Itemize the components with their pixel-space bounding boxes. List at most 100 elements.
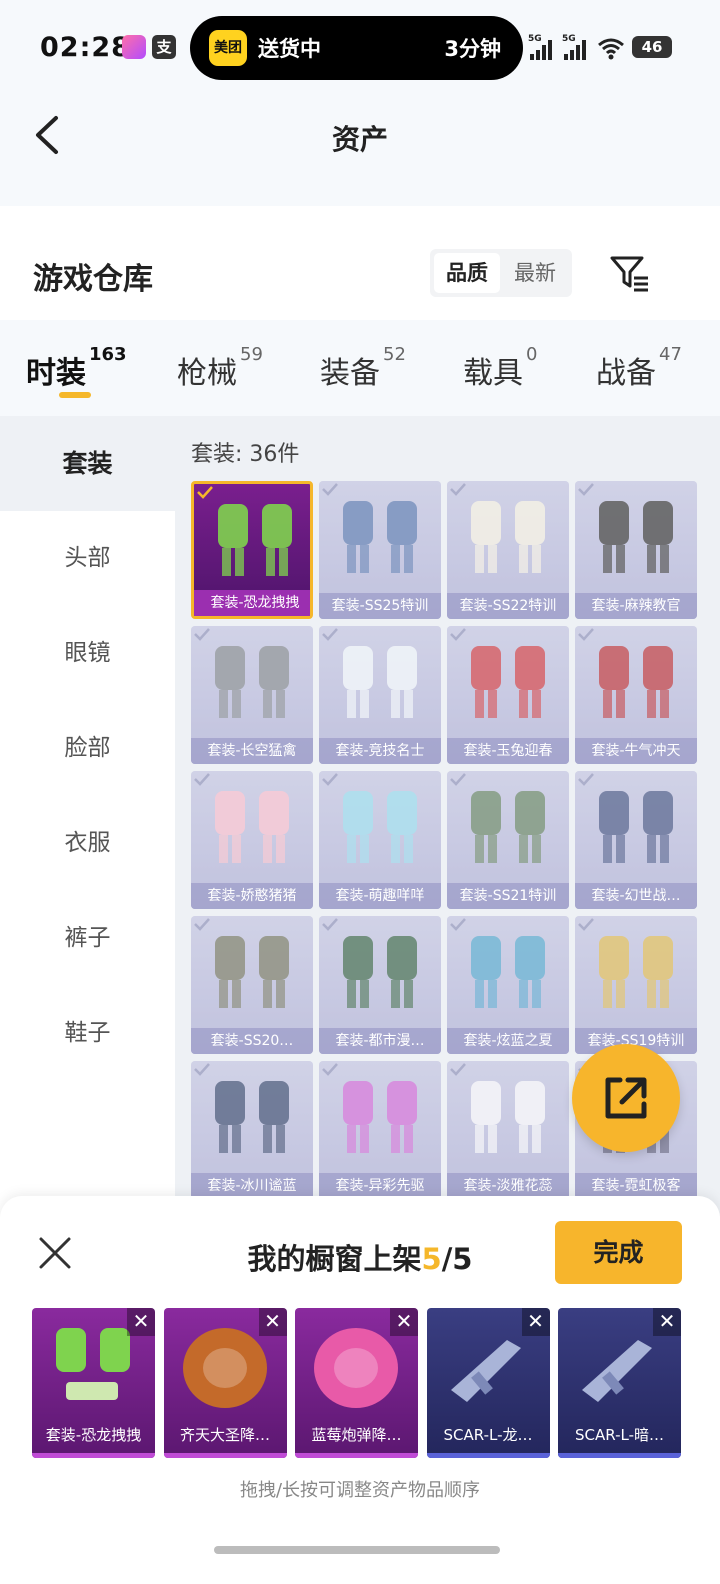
outfit-thumbnail-icon [471,646,545,718]
item-card-label: 套装-娇憨猪猪 [191,883,313,909]
checkmark-icon [450,1063,466,1076]
alipay-icon: 支 [152,35,176,59]
showcase-item-label: SCAR-L-龙… [443,1426,533,1444]
remove-item-icon[interactable]: ✕ [390,1308,418,1336]
checkmark-icon [322,918,338,931]
showcase-item-label: 齐天大圣降… [179,1426,270,1444]
delivery-live-activity[interactable]: 美团 送货中 3分钟 [190,16,523,80]
item-card[interactable]: 套装-冰川谧蓝 [191,1061,313,1199]
item-card[interactable]: 套装-都市漫… [319,916,441,1054]
outfit-thumbnail-icon [215,936,289,1008]
tab-fashion[interactable]: 时装163 [26,344,127,392]
showcase-shelf: ✕ 套装-恐龙拽拽 ✕ 齐天大圣降… ✕ 蓝莓炮弹降… ✕ SCAR-L-龙… ✕ SCAR-L-… [32,1308,692,1458]
item-card-label: 套装-长空猛禽 [191,738,313,764]
sidebar-item-clothes[interactable]: 衣服 [0,796,175,891]
remove-item-icon[interactable]: ✕ [258,1308,287,1336]
outfit-thumbnail-icon [343,936,417,1008]
rarity-bar [426,1453,550,1458]
home-indicator[interactable] [214,1546,500,1554]
outfit-thumbnail-icon [599,936,673,1008]
outfit-thumbnail-icon [599,646,673,718]
share-button[interactable] [572,1044,680,1152]
item-card[interactable]: 套装-SS20… [191,916,313,1054]
notification-app-icon [122,35,146,59]
item-card[interactable]: 套装-娇憨猪猪 [191,771,313,909]
outfit-thumbnail-icon [471,791,545,863]
item-card-label: 套装-SS22特训 [447,593,569,619]
item-card[interactable]: 套装-恐龙拽拽 [191,481,313,619]
item-card[interactable]: 套装-SS22特训 [447,481,569,619]
outfit-thumbnail-icon [343,791,417,863]
outfit-thumbnail-icon [215,1081,289,1153]
item-card-label: 套装-幻世战… [575,883,697,909]
reorder-hint: 拖拽/长按可调整资产物品顺序 [239,1480,481,1501]
tab-supplies[interactable]: 战备47 [596,344,682,392]
wifi-icon [598,38,624,60]
sidebar-item-glasses[interactable]: 眼镜 [0,606,175,701]
active-tab-indicator [59,392,91,398]
item-card[interactable]: 套装-竞技名士 [319,626,441,764]
showcase-item[interactable]: ✕ 套装-恐龙拽拽 [32,1308,155,1458]
checkmark-icon [322,1063,338,1076]
rarity-bar [163,1453,287,1458]
outfit-thumbnail-icon [218,504,292,576]
item-card[interactable]: 套装-萌趣咩咩 [319,771,441,909]
showcase-item[interactable]: ✕ 齐天大圣降… [163,1308,287,1458]
outfit-thumbnail-icon [471,936,545,1008]
tab-guns[interactable]: 枪械59 [177,344,263,392]
outfit-thumbnail-icon [471,501,545,573]
remove-item-icon[interactable]: ✕ [653,1308,681,1336]
item-card[interactable]: 套装-幻世战… [575,771,697,909]
item-card-label: 套装-竞技名士 [319,738,441,764]
outfit-thumbnail-icon [343,646,417,718]
rarity-bar [295,1453,418,1458]
item-card[interactable]: 套装-SS25特训 [319,481,441,619]
tab-vehicles[interactable]: 载具0 [463,344,537,392]
outfit-thumbnail-icon [343,1081,417,1153]
outfit-thumbnail-icon [599,501,673,573]
checkmark-icon [578,918,594,931]
showcase-item-label: 套装-恐龙拽拽 [45,1426,142,1444]
item-card-label: 套装-SS21特训 [447,883,569,909]
checkmark-icon [194,1063,210,1076]
sort-by-quality[interactable]: 品质 [434,253,500,293]
item-card[interactable]: 套装-炫蓝之夏 [447,916,569,1054]
item-card-label: 套装-SS25特训 [319,593,441,619]
remove-item-icon[interactable]: ✕ [521,1308,550,1336]
done-button[interactable]: 完成 [555,1221,682,1284]
warehouse-title: 游戏仓库 [33,262,153,297]
sidebar-item-suits[interactable]: 套装 [0,416,175,511]
outfit-thumbnail-icon [471,1081,545,1153]
meituan-logo-icon: 美团 [209,30,247,66]
item-card[interactable]: 套装-长空猛禽 [191,626,313,764]
sidebar-item-face[interactable]: 脸部 [0,701,175,796]
item-card[interactable]: 套装-玉兔迎春 [447,626,569,764]
showcase-item[interactable]: ✕ SCAR-L-龙… [426,1308,550,1458]
showcase-item[interactable]: ✕ 蓝莓炮弹降… [295,1308,418,1458]
item-card[interactable]: 套装-淡雅花蕊 [447,1061,569,1199]
item-card-label: 套装-恐龙拽拽 [194,590,310,616]
checkmark-icon [450,918,466,931]
sidebar-item-shoes[interactable]: 鞋子 [0,986,175,1081]
item-card[interactable]: 套装-麻辣教官 [575,481,697,619]
item-card[interactable]: 套装-牛气冲天 [575,626,697,764]
checkmark-icon [450,628,466,641]
signal-5g-icon: 5G [562,34,588,60]
item-card[interactable]: 套装-异彩先驱 [319,1061,441,1199]
item-card[interactable]: 套装-SS21特训 [447,771,569,909]
outfit-thumbnail-icon [215,791,289,863]
item-card-label: 套装-都市漫… [319,1028,441,1054]
status-bar: 02:28 支 美团 送货中 3分钟 5G 5G 46 [0,0,720,98]
item-card-label: 套装-炫蓝之夏 [447,1028,569,1054]
sidebar-item-pants[interactable]: 裤子 [0,891,175,986]
filter-icon[interactable] [608,252,650,294]
sidebar-item-head[interactable]: 头部 [0,511,175,606]
item-card[interactable]: 套装-SS19特训 [575,916,697,1054]
tab-equipment[interactable]: 装备52 [320,344,406,392]
sort-by-newest[interactable]: 最新 [502,253,568,293]
showcase-item-label: SCAR-L-暗… [575,1426,664,1444]
remove-item-icon[interactable]: ✕ [127,1308,155,1336]
showcase-item[interactable]: ✕ SCAR-L-暗… [558,1308,681,1458]
checkmark-icon [322,773,338,786]
battery-icon: 46 [632,36,672,58]
